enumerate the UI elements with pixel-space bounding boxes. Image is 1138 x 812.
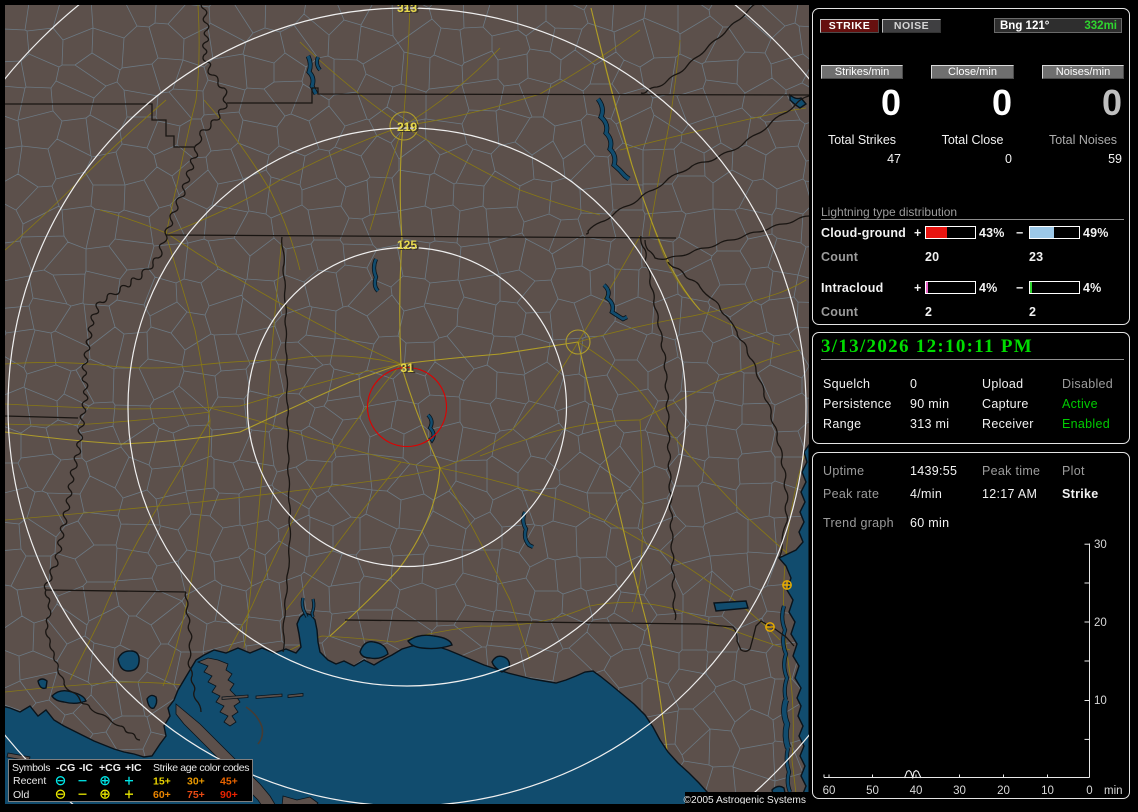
svg-text:+CG: +CG <box>99 762 121 774</box>
svg-text:60+: 60+ <box>153 789 171 801</box>
svg-text:Old: Old <box>13 789 30 801</box>
svg-text:min: min <box>1104 785 1123 797</box>
svg-text:30: 30 <box>1094 539 1107 551</box>
svg-text:45+: 45+ <box>220 776 238 788</box>
svg-text:©2005 Astrogenic Systems: ©2005 Astrogenic Systems <box>684 795 806 806</box>
svg-text:15+: 15+ <box>153 776 171 788</box>
svg-text:90+: 90+ <box>220 789 238 801</box>
svg-text:219: 219 <box>397 120 417 134</box>
svg-text:50: 50 <box>866 785 879 797</box>
svg-text:75+: 75+ <box>187 789 205 801</box>
svg-text:-CG: -CG <box>56 762 75 774</box>
svg-text:Strike age color codes: Strike age color codes <box>153 762 249 774</box>
svg-text:-IC: -IC <box>79 762 93 774</box>
svg-text:+IC: +IC <box>125 762 142 774</box>
svg-text:40: 40 <box>910 785 923 797</box>
svg-text:31: 31 <box>400 361 414 375</box>
svg-text:0: 0 <box>1086 785 1092 797</box>
svg-text:60: 60 <box>823 785 836 797</box>
svg-text:Recent: Recent <box>13 775 46 787</box>
svg-text:Symbols: Symbols <box>12 762 50 774</box>
svg-text:20: 20 <box>1094 617 1107 629</box>
svg-text:10: 10 <box>1041 785 1054 797</box>
svg-text:30+: 30+ <box>187 776 205 788</box>
svg-text:20: 20 <box>997 785 1010 797</box>
svg-text:30: 30 <box>953 785 966 797</box>
svg-text:313: 313 <box>397 1 417 15</box>
svg-text:125: 125 <box>397 238 417 252</box>
svg-text:10: 10 <box>1094 695 1107 707</box>
